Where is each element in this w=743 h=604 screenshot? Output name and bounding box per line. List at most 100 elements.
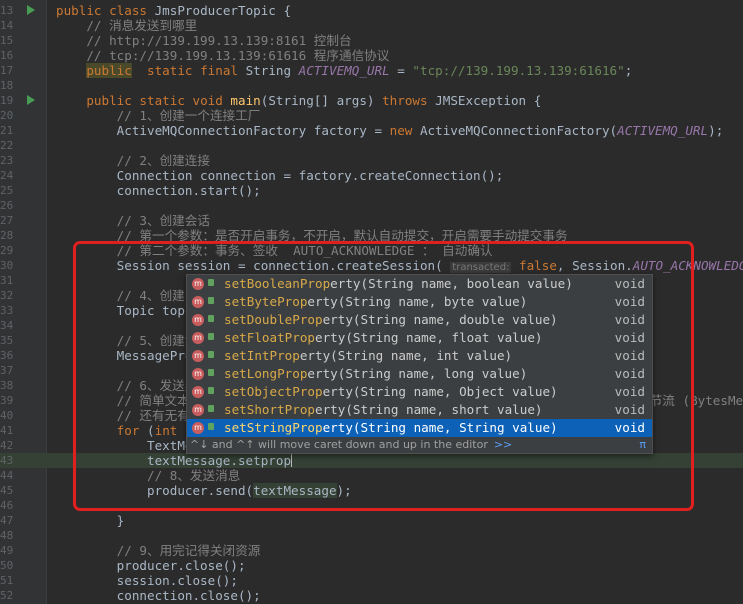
code-line[interactable]: 52 connection.close(); [0, 588, 743, 603]
line-number: 51 [0, 574, 14, 587]
code-text: // 1、创建一个连接工厂 [56, 108, 261, 123]
code-token: } [56, 513, 125, 528]
line-number: 40 [0, 409, 14, 422]
public-access-icon [208, 405, 214, 412]
line-number: 36 [0, 349, 14, 362]
line-number: 46 [0, 499, 14, 512]
line-number: 15 [0, 34, 14, 47]
completion-match: setIntProp [224, 348, 300, 363]
code-token: String [245, 63, 299, 78]
completion-rest: erty [315, 330, 346, 345]
line-number: 42 [0, 439, 14, 452]
code-line[interactable]: 21 ActiveMQConnectionFactory factory = n… [0, 123, 743, 138]
code-line[interactable]: 19 public static void main(String[] args… [0, 93, 743, 108]
code-text: // tcp://139.199.13.139:61616 程序通信协议 [56, 48, 389, 63]
completion-list[interactable]: m setBooleanProperty(String name, boolean… [187, 275, 652, 437]
completion-rest: erty [322, 420, 353, 435]
code-line[interactable]: 15 // http://139.199.13.139:8161 控制台 [0, 33, 743, 48]
code-line[interactable]: 17 public static final String ACTIVEMQ_U… [0, 63, 743, 78]
completion-return-type: void [614, 330, 645, 345]
completion-item-text: setDoubleProperty(String name, double va… [224, 311, 558, 329]
public-access-icon [208, 297, 214, 304]
code-token: ACTIVEMQ_URL [298, 63, 390, 78]
code-token: public [86, 63, 132, 78]
line-number: 14 [0, 19, 14, 32]
code-text: public static final String ACTIVEMQ_URL … [56, 63, 632, 78]
completion-more-link[interactable]: >> [494, 438, 512, 451]
code-token: new [389, 123, 420, 138]
code-text: connection.start(); [56, 183, 261, 198]
code-line[interactable]: 22 [0, 138, 743, 153]
completion-item-text: setShortProperty(String name, short valu… [224, 401, 542, 419]
line-number: 33 [0, 304, 14, 317]
code-line[interactable]: 26 [0, 198, 743, 213]
code-line[interactable]: 48 [0, 528, 743, 543]
completion-item[interactable]: m setObjectProperty(String name, Object v… [187, 383, 652, 401]
code-line[interactable]: 25 connection.start(); [0, 183, 743, 198]
completion-rest: erty [322, 312, 353, 327]
code-line[interactable]: 14 // 消息发送到哪里 [0, 18, 743, 33]
completion-item[interactable]: m setBooleanProperty(String name, boolean… [187, 275, 652, 293]
code-token: public class [56, 3, 155, 18]
code-text: session.close(); [56, 573, 238, 588]
completion-rest: erty [322, 384, 353, 399]
completion-rest: erty [330, 276, 361, 291]
code-token: Connection connection = factory.createCo… [56, 168, 504, 183]
code-line[interactable]: 16 // tcp://139.199.13.139:61616 程序通信协议 [0, 48, 743, 63]
run-gutter-icon[interactable] [27, 95, 35, 105]
code-text: // 2、创建连接 [56, 153, 210, 168]
pi-icon[interactable]: π [639, 437, 646, 453]
line-number: 18 [0, 79, 14, 92]
code-token: // 1、创建一个连接工厂 [56, 108, 261, 123]
code-text: // http://139.199.13.139:8161 控制台 [56, 33, 351, 48]
completion-rest: erty [307, 366, 338, 381]
completion-item[interactable]: m setByteProperty(String name, byte value… [187, 293, 652, 311]
code-line[interactable]: 49 // 9、用完记得关闭资源 [0, 543, 743, 558]
code-line[interactable]: 27 // 3、创建会话 [0, 213, 743, 228]
code-line[interactable]: 23 // 2、创建连接 [0, 153, 743, 168]
public-access-icon [208, 369, 214, 376]
code-line[interactable]: 50 producer.close(); [0, 558, 743, 573]
line-number: 20 [0, 109, 14, 122]
code-line[interactable]: 24 Connection connection = factory.creat… [0, 168, 743, 183]
code-text: public static void main(String[] args) t… [56, 93, 541, 108]
line-number: 37 [0, 364, 14, 377]
code-text: // 消息发送到哪里 [56, 18, 197, 33]
completion-item[interactable]: m setFloatProperty(String name, float val… [187, 329, 652, 347]
method-icon: m [192, 350, 204, 362]
code-text: ActiveMQConnectionFactory factory = new … [56, 123, 724, 138]
line-number: 38 [0, 379, 14, 392]
completion-item[interactable]: m setStringProperty(String name, String v… [187, 419, 652, 437]
completion-item[interactable]: m setDoubleProperty(String name, double v… [187, 311, 652, 329]
line-number: 47 [0, 514, 14, 527]
completion-item[interactable]: m setShortProperty(String name, short val… [187, 401, 652, 419]
completion-item[interactable]: m setLongProperty(String name, long value… [187, 365, 652, 383]
line-number: 28 [0, 229, 14, 242]
method-icon: m [192, 386, 204, 398]
line-number: 26 [0, 199, 14, 212]
line-number: 39 [0, 394, 14, 407]
code-token: // 3、创建会话 [56, 213, 210, 228]
code-line[interactable]: 47 } [0, 513, 743, 528]
completion-match: setShortProp [224, 402, 315, 417]
code-line[interactable]: 13 public class JmsProducerTopic { [0, 3, 743, 18]
completion-params: (String name, float value) [345, 330, 543, 345]
code-token: (String[] args) [260, 93, 383, 108]
completion-item-text: setBooleanProperty(String name, boolean … [224, 275, 573, 293]
completion-return-type: void [614, 366, 645, 381]
completion-match: setLongProp [224, 366, 308, 381]
completion-return-type: void [614, 312, 645, 327]
line-number: 31 [0, 274, 14, 287]
code-line[interactable]: 18 [0, 78, 743, 93]
code-text: connection.close(); [56, 588, 261, 603]
code-line[interactable]: 51 session.close(); [0, 573, 743, 588]
completion-hint-text: ^↓ and ^↑ will move caret down and up in… [190, 438, 488, 451]
code-completion-popup[interactable]: m setBooleanProperty(String name, boolean… [186, 274, 653, 454]
completion-rest: erty [299, 348, 331, 363]
run-gutter-icon[interactable] [27, 5, 35, 15]
public-access-icon [208, 279, 214, 286]
code-text: Connection connection = factory.createCo… [56, 168, 504, 183]
line-number: 32 [0, 289, 14, 302]
completion-item[interactable]: m setIntProperty(String name, int value) v… [187, 347, 652, 365]
code-line[interactable]: 20 // 1、创建一个连接工厂 [0, 108, 743, 123]
